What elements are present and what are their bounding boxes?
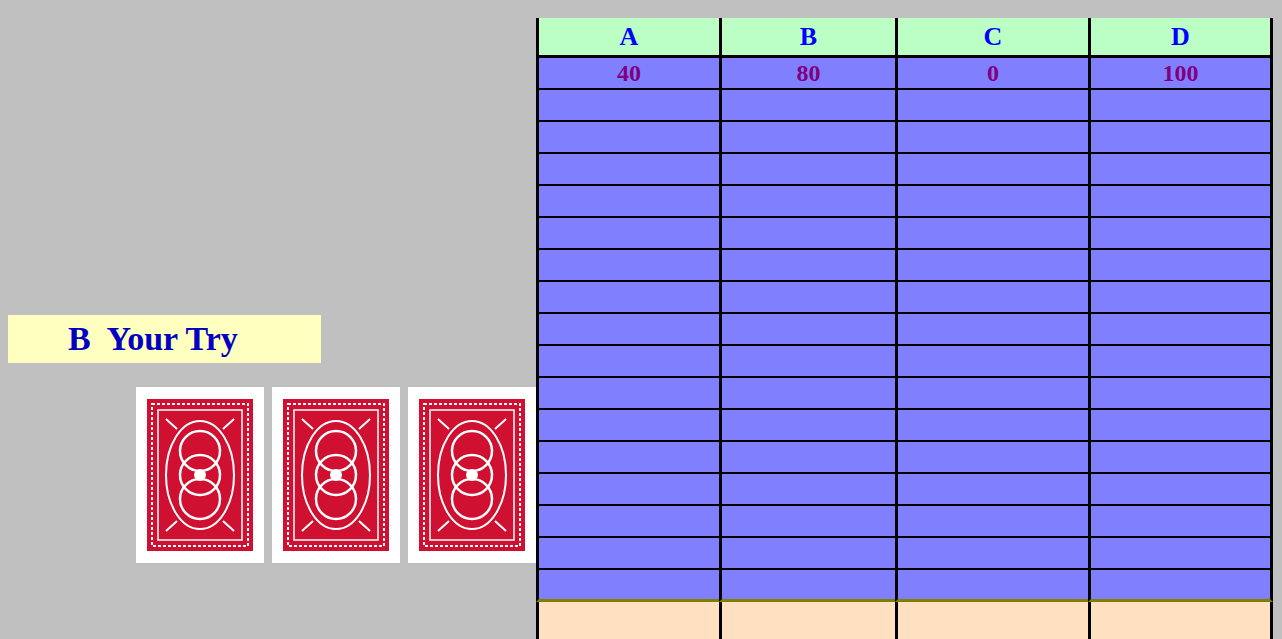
card-back-icon [147,399,253,551]
table-cell: 40 [536,58,719,90]
table-cell [536,282,719,314]
table-cell [719,90,895,122]
deck-header[interactable]: A [536,18,719,58]
table-cell: 100 [1088,58,1273,90]
table-cell [895,154,1088,186]
table-cell [536,218,719,250]
table-cell [1088,442,1273,474]
table-cell [895,90,1088,122]
table-cell [719,442,895,474]
table-cell [536,378,719,410]
table-cell [895,282,1088,314]
table-cell [536,186,719,218]
table-cell [536,346,719,378]
table-cell [719,186,895,218]
table-cell [536,122,719,154]
table-cell [536,570,719,602]
table-cell [895,250,1088,282]
table-cell [719,282,895,314]
table-cell [1088,154,1273,186]
table-cell [895,314,1088,346]
table-cell [536,250,719,282]
table-cell: 80 [719,58,895,90]
table-cell [895,506,1088,538]
table-cell [1088,506,1273,538]
table-cell [719,570,895,602]
card-row [136,387,536,563]
table-cell [895,378,1088,410]
table-cell [719,314,895,346]
footer-cell [1088,602,1273,639]
game-screen: B Your Try ABCD 40800100 [0,0,1282,639]
table-cell [536,90,719,122]
table-cell [895,474,1088,506]
table-cell [719,250,895,282]
table-cell [1088,538,1273,570]
table-cell: 0 [895,58,1088,90]
card-back-icon [419,399,525,551]
table-cell [719,218,895,250]
card[interactable] [272,387,400,563]
table-cell [895,346,1088,378]
table-cell [719,506,895,538]
card-back-icon [283,399,389,551]
table-cell [719,474,895,506]
table-cell [719,410,895,442]
table-cell [536,314,719,346]
deck-header[interactable]: C [895,18,1088,58]
card[interactable] [408,387,536,563]
footer-cell [536,602,719,639]
table-cell [536,442,719,474]
prompt-label: B Your Try [8,315,321,363]
table-cell [719,154,895,186]
table-cell [1088,474,1273,506]
table-cell [895,122,1088,154]
table-cell [1088,218,1273,250]
table-cell [536,538,719,570]
table-cell [895,538,1088,570]
table-cell [1088,250,1273,282]
table-cell [895,442,1088,474]
table-cell [719,538,895,570]
table-cell [536,410,719,442]
card[interactable] [136,387,264,563]
table-cell [1088,410,1273,442]
table-cell [1088,282,1273,314]
footer-cell [719,602,895,639]
footer-cell [895,602,1088,639]
table-cell [895,410,1088,442]
table-cell [536,474,719,506]
deck-header[interactable]: B [719,18,895,58]
table-cell [1088,90,1273,122]
table-cell [536,154,719,186]
hand-panel: B Your Try [0,0,536,639]
table-cell [1088,186,1273,218]
table-cell [1088,314,1273,346]
table-cell [895,570,1088,602]
table-cell [719,378,895,410]
table-cell [1088,570,1273,602]
table-cell [1088,378,1273,410]
table-cell [895,218,1088,250]
table-cell [719,122,895,154]
deck-header[interactable]: D [1088,18,1273,58]
table-cell [1088,122,1273,154]
score-table: ABCD 40800100 [536,18,1273,639]
table-cell [536,506,719,538]
table-cell [719,346,895,378]
table-cell [895,186,1088,218]
table-cell [1088,346,1273,378]
